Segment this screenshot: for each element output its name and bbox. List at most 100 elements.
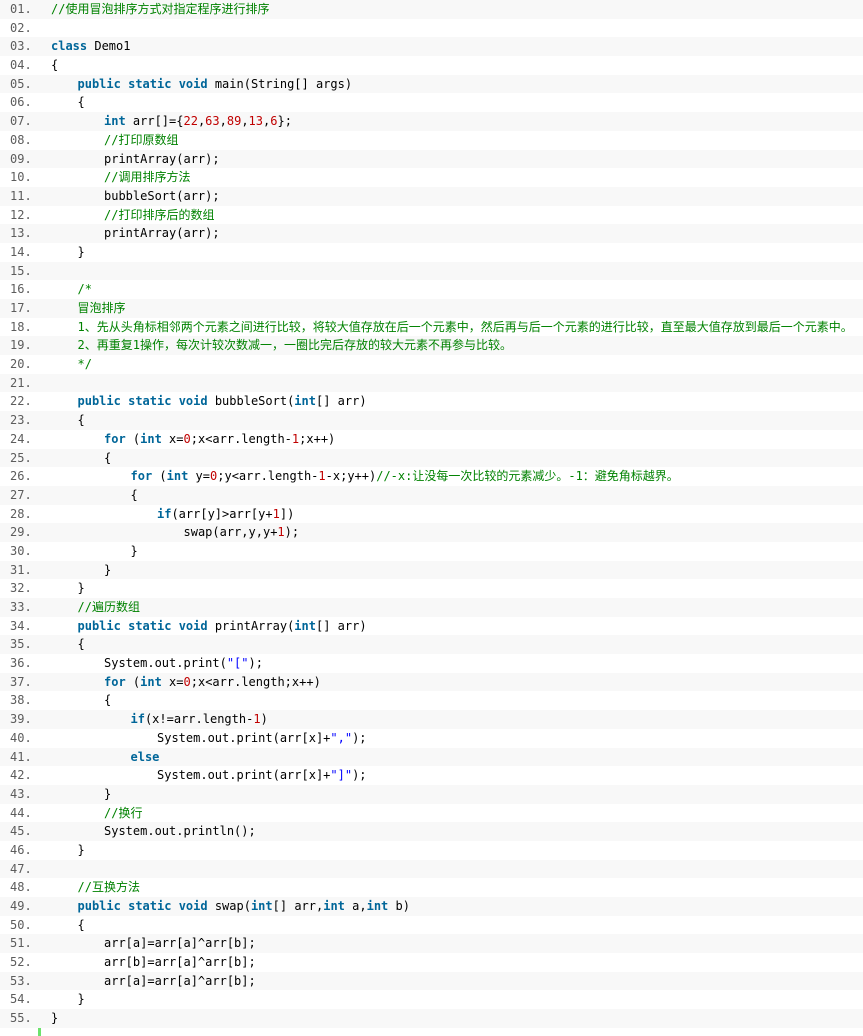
code-token: System.out.print( [104, 656, 227, 671]
code-token: (arr[y]>arr[y+ [171, 506, 273, 521]
line-number: 39. [0, 710, 38, 729]
code-line: 51. arr[a]=arr[a]^arr[b]; [0, 934, 863, 954]
line-number: 10. [0, 168, 38, 187]
line-number: 50. [0, 915, 38, 935]
code-line: 04. { [0, 56, 863, 75]
code-line: 06. { [0, 93, 863, 113]
code-line: 35. { [0, 635, 863, 655]
line-content: 2、再重复1操作，每次计较次数减一，一圈比完后存放的较大元素不再参与比较。 [78, 336, 512, 355]
code-line: 47. [0, 859, 863, 879]
line-content: for (int x=0;x<arr.length-1;x++) [104, 430, 335, 449]
code-token: -x;y++) [325, 469, 377, 484]
code-token: ); [284, 525, 300, 540]
number-token: 22 [183, 114, 198, 129]
code-line: 36. System.out.print("["); [0, 654, 863, 673]
keyword-token: static [128, 899, 172, 913]
code-token: } [104, 562, 112, 577]
comment-token: //打印排序后的数组 [104, 207, 215, 222]
string-token: "," [330, 730, 353, 745]
code-line: 49. public static void swap(int[] arr,int… [0, 897, 863, 916]
number-token: 1 [277, 525, 285, 540]
string-token: "[" [226, 656, 249, 671]
line-content: swap(arr,y,y+1); [184, 523, 300, 542]
line-number: 52. [0, 953, 38, 972]
line-number: 37. [0, 672, 38, 692]
line-content: arr[b]=arr[a]^arr[b]; [104, 953, 256, 972]
code-token: , [241, 114, 249, 129]
code-line: 48. //互换方法 [0, 878, 863, 897]
keyword-token: static [128, 618, 172, 633]
comment-token: */ [77, 357, 92, 372]
line-content: //调用排序方法 [104, 168, 190, 187]
code-token: ;x++) [299, 431, 336, 446]
code-token: a, [344, 899, 367, 913]
code-line: 31.} [0, 560, 863, 580]
number-token: 1 [272, 506, 280, 521]
code-line: 05. public static void main(String[] args… [0, 74, 863, 94]
line-content: { [78, 411, 85, 430]
number-token: 1 [318, 469, 326, 484]
code-line: 42. System.out.print(arr[x]+"]"); [0, 766, 863, 785]
line-content: System.out.print(arr[x]+","); [157, 729, 367, 748]
code-line: 28. if(arr[y]>arr[y+1]) [0, 504, 863, 524]
line-number: 30. [0, 541, 38, 561]
keyword-token: public [77, 899, 121, 913]
line-number: 42. [0, 766, 38, 785]
line-content: System.out.print("["); [104, 654, 263, 673]
code-line: 09. printArray(arr); [0, 149, 863, 169]
code-line: 30.} [0, 541, 863, 561]
line-content: for (int x=0;x<arr.length;x++) [104, 673, 321, 692]
keyword-token: int [366, 899, 389, 913]
code-token: arr[b]=arr[a]^arr[b]; [104, 955, 256, 970]
line-content: if(arr[y]>arr[y+1]) [157, 505, 294, 524]
line-number: 24. [0, 429, 38, 449]
line-number: 09. [0, 149, 38, 169]
line-content: { [104, 449, 111, 468]
code-line: 52. arr[b]=arr[a]^arr[b]; [0, 953, 863, 972]
code-line: 50. { [0, 915, 863, 935]
code-line: 34. public static void printArray(int[] a… [0, 616, 863, 636]
code-line: 53. arr[a]=arr[a]^arr[b]; [0, 971, 863, 991]
line-number: 36. [0, 654, 38, 673]
line-content: { [78, 93, 85, 112]
keyword-token: int [294, 618, 316, 633]
code-line: 21. [0, 373, 863, 393]
code-token: System.out.print(arr[x]+ [157, 768, 331, 783]
keyword-token: void [178, 394, 208, 409]
line-number: 01. [0, 0, 38, 19]
code-token: swap( [207, 899, 251, 913]
code-line: 44. //换行 [0, 803, 863, 823]
code-token: Demo1 [87, 39, 131, 54]
line-content: { [78, 916, 85, 935]
line-content: */ [78, 355, 92, 374]
line-number: 17. [0, 299, 38, 318]
line-content: 1、先从头角标相邻两个元素之间进行比较，将较大值存放在后一个元素中，然后再与后一… [78, 318, 853, 337]
line-number: 12. [0, 205, 38, 225]
code-token: arr[a]=arr[a]^arr[b]; [104, 973, 256, 988]
line-number: 53. [0, 971, 38, 991]
line-number: 11. [0, 186, 38, 206]
code-line: 08. //打印原数组 [0, 130, 863, 150]
code-line: 32.} [0, 579, 863, 598]
code-token: { [130, 487, 138, 502]
string-token: "]" [330, 768, 353, 783]
line-number: 13. [0, 224, 38, 243]
comment-token: //遍历数组 [77, 600, 140, 614]
keyword-token: int [294, 394, 316, 409]
code-token: ;x<arr.length;x++) [190, 674, 321, 689]
keyword-token: int [104, 114, 126, 129]
code-line: 46.} [0, 840, 863, 860]
line-number: 25. [0, 448, 38, 468]
line-content: } [78, 990, 85, 1009]
code-token: { [77, 413, 85, 428]
line-content: public static void main(String[] args) [78, 75, 353, 94]
line-content: } [104, 785, 111, 804]
line-content: printArray(arr); [104, 150, 220, 169]
line-number: 15. [0, 261, 38, 281]
code-token: x= [161, 431, 184, 446]
code-token: ); [352, 730, 367, 745]
